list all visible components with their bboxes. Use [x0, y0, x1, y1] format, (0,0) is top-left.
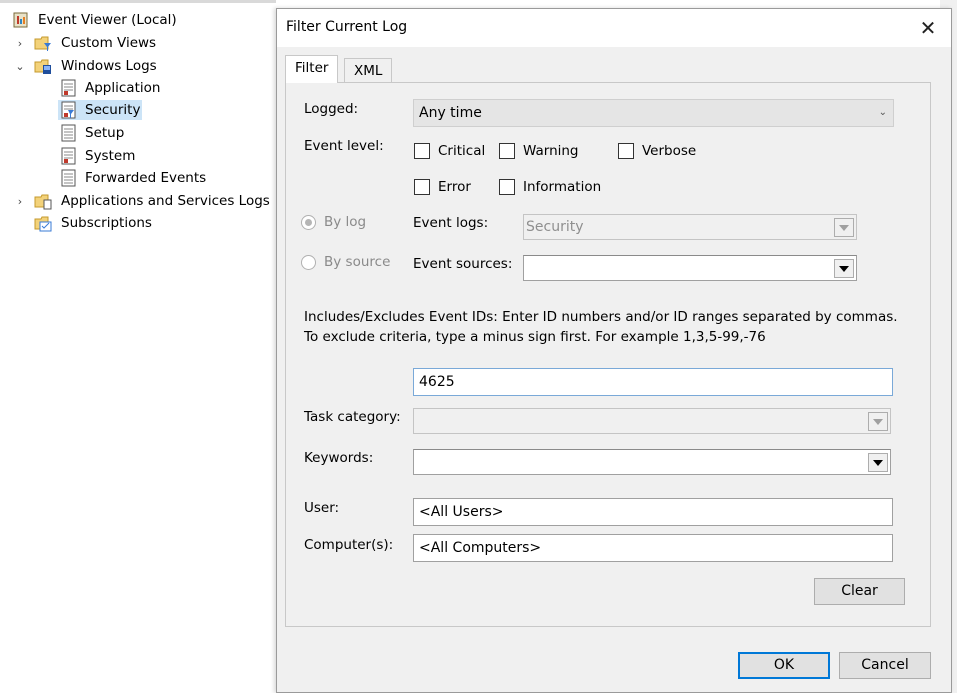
event-level-label: Event level: — [304, 138, 384, 154]
event-ids-input[interactable]: 4625 — [413, 368, 893, 396]
dropdown-button[interactable] — [834, 218, 854, 237]
task-category-label: Task category: — [304, 409, 401, 425]
task-category-dropdown[interactable] — [413, 408, 891, 434]
dropdown-button[interactable] — [834, 259, 854, 278]
chevron-down-icon[interactable]: ⌄ — [14, 56, 26, 76]
event-logs-dropdown[interactable]: Security — [523, 214, 857, 240]
dropdown-button[interactable] — [868, 412, 888, 431]
chevron-down-icon — [839, 265, 849, 272]
by-source-label: By source — [324, 254, 391, 270]
tree-item-custom-views[interactable]: › Custom Views — [14, 33, 174, 53]
log-icon — [61, 147, 76, 165]
by-source-radio[interactable] — [301, 255, 316, 270]
tree-item-windows-logs[interactable]: ⌄ Windows Logs — [14, 56, 174, 76]
folder-icon — [34, 194, 52, 210]
tree-top-border — [0, 0, 276, 3]
chevron-right-icon[interactable]: › — [14, 191, 26, 211]
computers-input[interactable]: <All Computers> — [413, 534, 893, 562]
chevron-down-icon — [839, 224, 849, 231]
event-sources-dropdown[interactable] — [523, 255, 857, 281]
folder-logs-icon — [34, 59, 51, 74]
navigation-tree: Event Viewer (Local) › Custom Views ⌄ Wi… — [0, 0, 276, 693]
verbose-checkbox[interactable] — [618, 143, 634, 159]
computers-label: Computer(s): — [304, 537, 394, 553]
by-log-radio[interactable] — [301, 215, 316, 230]
user-label: User: — [304, 500, 340, 516]
folder-filter-icon — [34, 36, 51, 51]
event-sources-label: Event sources: — [413, 256, 513, 272]
warning-label: Warning — [523, 143, 579, 159]
event-viewer-icon — [13, 12, 28, 28]
tree-item-label: Event Viewer (Local) — [38, 12, 177, 28]
log-icon — [61, 124, 76, 142]
chevron-down-icon: ⌄ — [878, 107, 887, 118]
tree-item-label: Applications and Services Logs — [61, 193, 270, 209]
tree-item-label: Setup — [85, 125, 125, 141]
warning-checkbox[interactable] — [499, 143, 515, 159]
tree-item-subscriptions[interactable]: Subscriptions — [34, 213, 174, 233]
tree-item-event-viewer[interactable]: Event Viewer (Local) — [12, 10, 177, 30]
event-logs-label: Event logs: — [413, 215, 489, 231]
user-input[interactable]: <All Users> — [413, 498, 893, 526]
verbose-label: Verbose — [642, 143, 697, 159]
tab-filter[interactable]: Filter — [285, 55, 339, 83]
tree-item-security[interactable]: Security — [58, 100, 142, 120]
critical-label: Critical — [438, 143, 486, 159]
log-icon — [61, 79, 76, 97]
tree-item-label: Forwarded Events — [85, 170, 207, 186]
error-checkbox[interactable] — [414, 179, 430, 195]
tree-item-label: Security — [85, 102, 141, 118]
logged-select[interactable]: Any time ⌄ — [413, 99, 894, 127]
information-label: Information — [523, 179, 602, 195]
dialog-title: Filter Current Log — [286, 19, 408, 35]
filter-current-log-dialog: Filter Current Log ✕ Filter XML Logged: … — [276, 8, 952, 693]
event-logs-value: Security — [526, 219, 584, 235]
logged-value: Any time — [419, 105, 482, 121]
close-icon: ✕ — [919, 16, 937, 40]
chevron-down-icon — [873, 418, 883, 425]
chevron-down-icon — [873, 459, 883, 466]
logged-label: Logged: — [304, 101, 359, 117]
tree-item-label: Custom Views — [61, 35, 157, 51]
tree-item-application[interactable]: Application — [58, 78, 168, 98]
subscriptions-icon — [34, 216, 52, 232]
chevron-right-icon[interactable]: › — [14, 33, 26, 53]
tree-item-label: System — [85, 148, 136, 164]
keywords-dropdown[interactable] — [413, 449, 891, 475]
tree-item-setup[interactable]: Setup — [58, 123, 168, 143]
critical-checkbox[interactable] — [414, 143, 430, 159]
event-ids-help-text: Includes/Excludes Event IDs: Enter ID nu… — [304, 309, 898, 345]
error-label: Error — [438, 179, 471, 195]
tree-item-label: Application — [85, 80, 161, 96]
log-icon — [61, 101, 76, 119]
log-icon — [61, 169, 76, 187]
tree-item-system[interactable]: System — [58, 146, 168, 166]
cancel-button[interactable]: Cancel — [839, 652, 931, 679]
tree-item-label: Windows Logs — [61, 58, 157, 74]
by-log-label: By log — [324, 214, 367, 230]
keywords-label: Keywords: — [304, 450, 374, 466]
clear-button[interactable]: Clear — [814, 578, 905, 605]
tree-item-label: Subscriptions — [61, 215, 152, 231]
close-button[interactable]: ✕ — [911, 13, 945, 43]
tree-item-applications-services-logs[interactable]: › Applications and Services Logs — [14, 191, 272, 211]
information-checkbox[interactable] — [499, 179, 515, 195]
dropdown-button[interactable] — [868, 453, 888, 472]
tree-item-forwarded-events[interactable]: Forwarded Events — [58, 168, 218, 188]
dialog-titlebar[interactable]: Filter Current Log ✕ — [277, 9, 951, 47]
ok-button[interactable]: OK — [738, 652, 830, 679]
tab-xml[interactable]: XML — [344, 58, 393, 84]
filter-panel: Logged: Any time ⌄ Event level: Critical… — [285, 82, 931, 627]
